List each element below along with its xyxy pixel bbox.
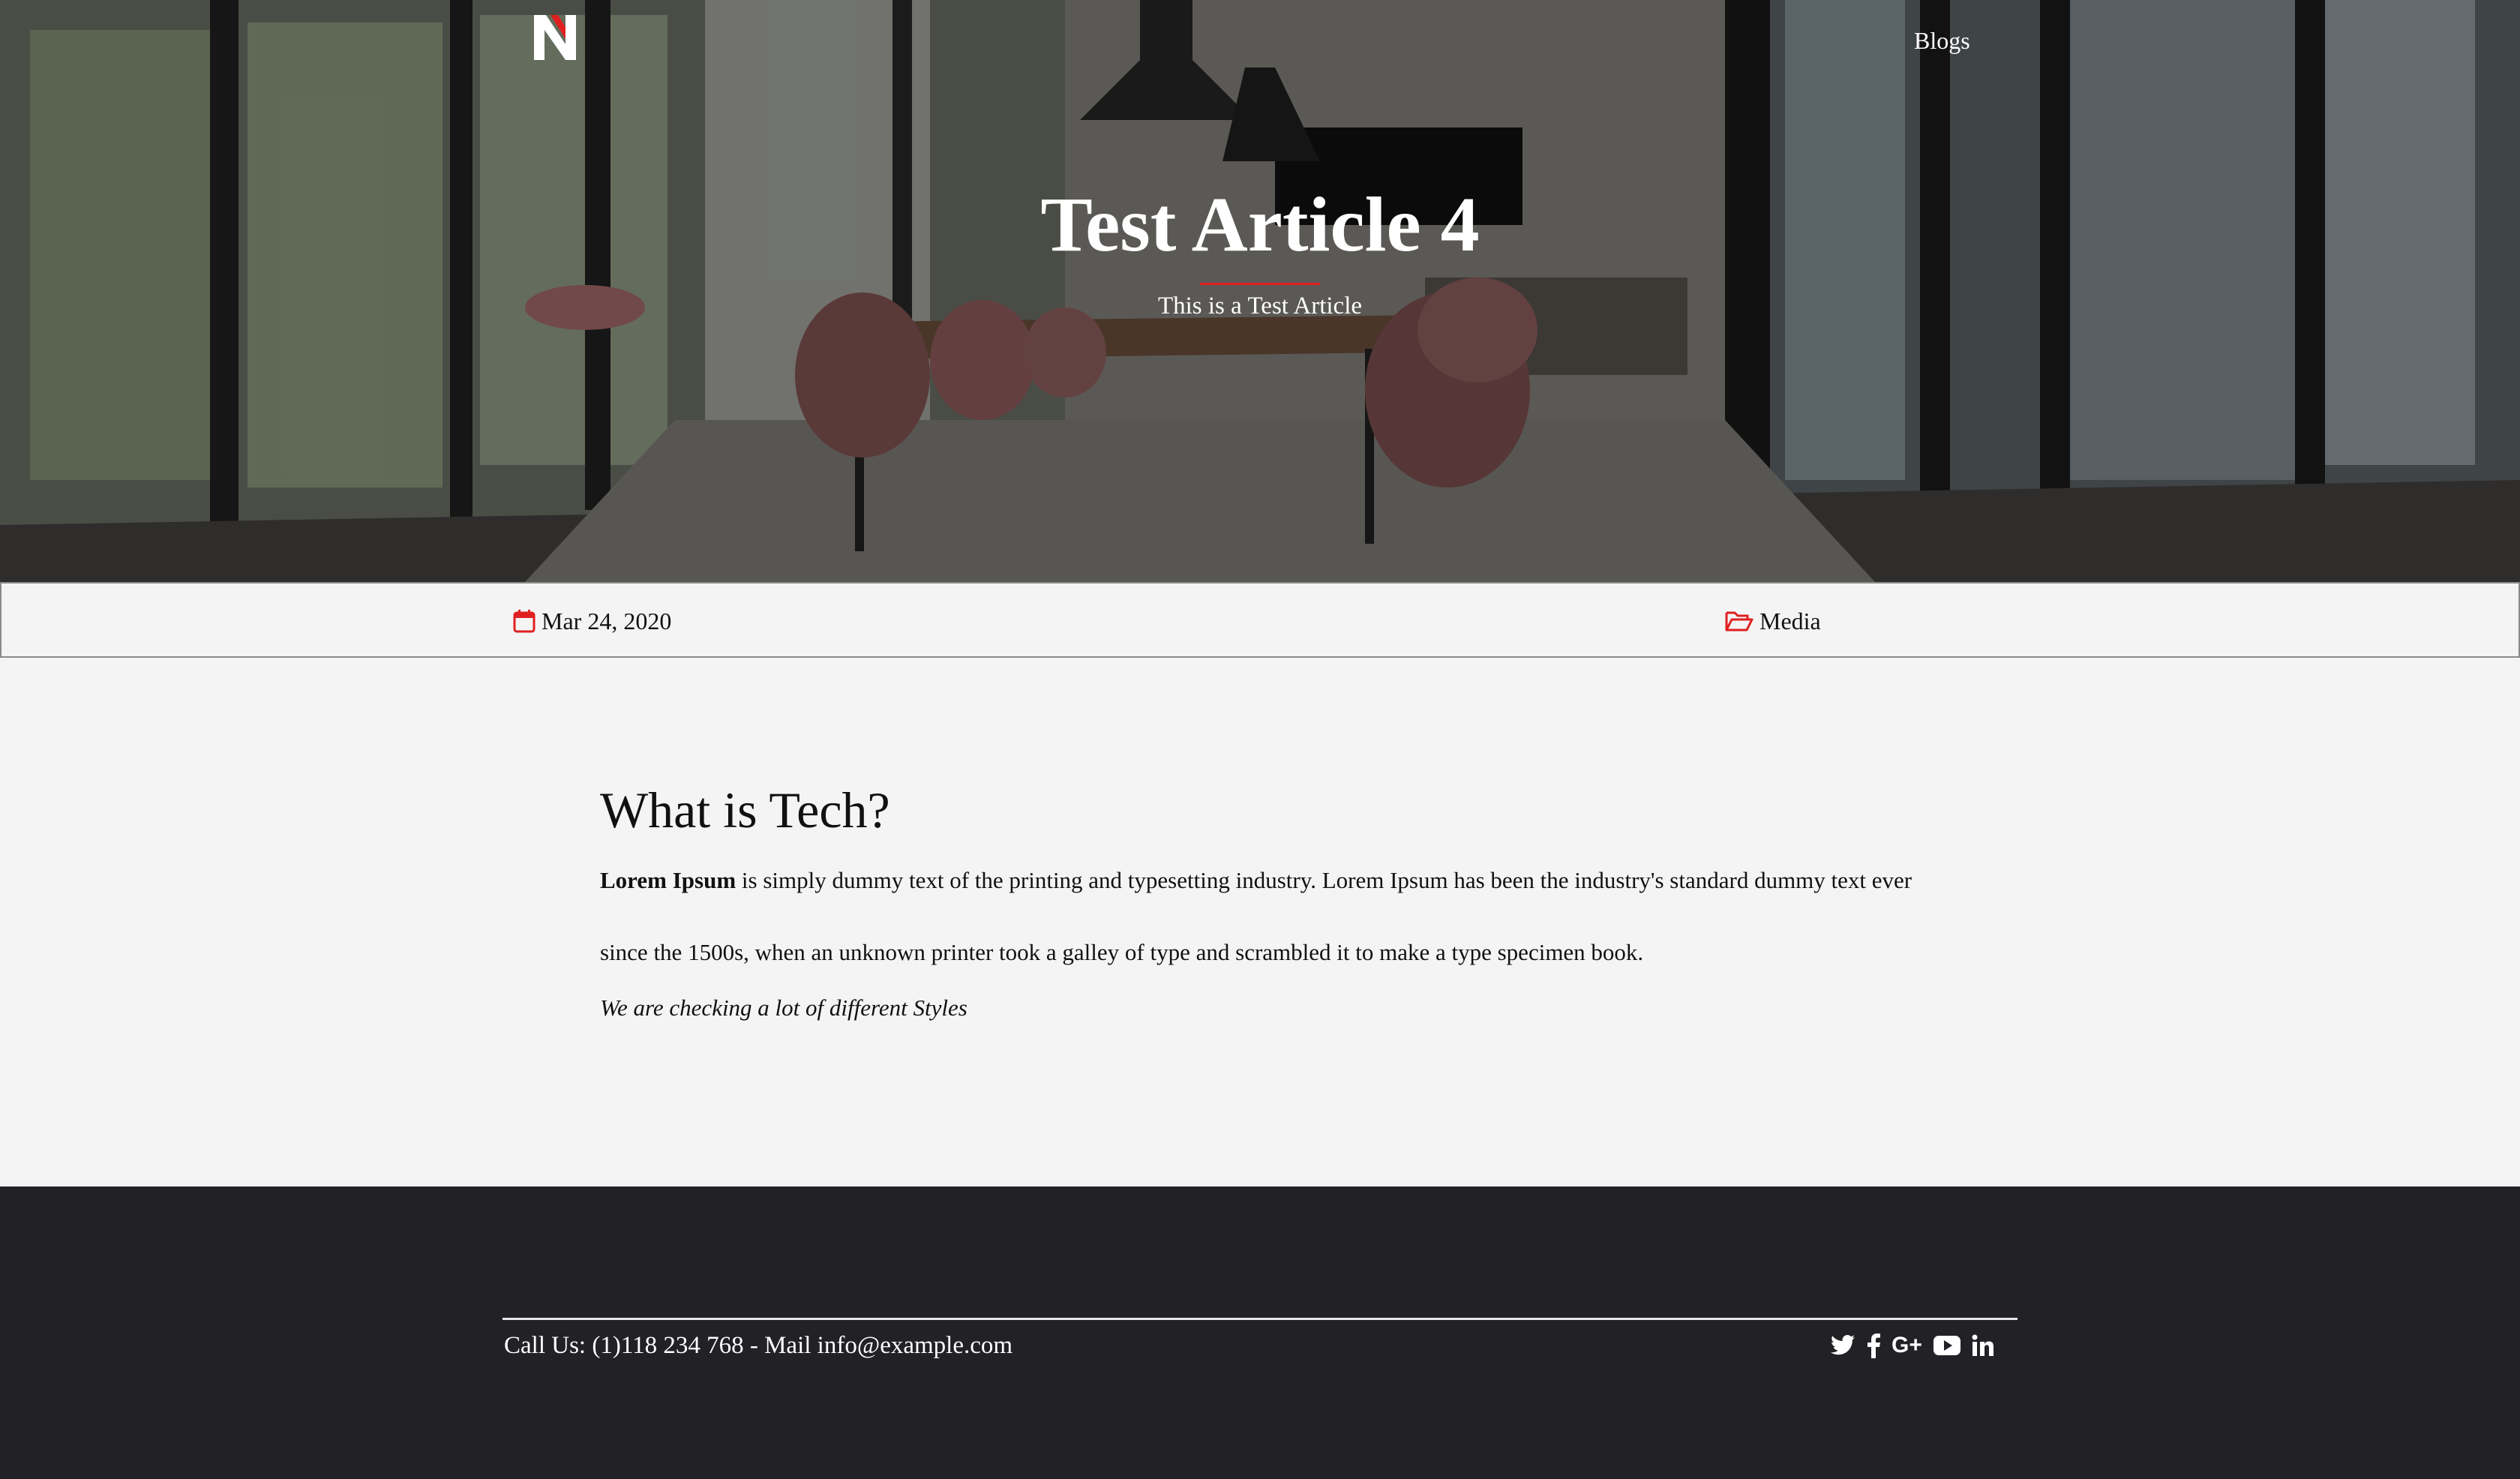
title-divider bbox=[1200, 283, 1320, 285]
body-paragraph: Lorem Ipsum is simply dummy text of the … bbox=[600, 844, 1942, 988]
twitter-icon bbox=[1831, 1335, 1855, 1355]
calendar-icon bbox=[513, 610, 536, 633]
body-text: is simply dummy text of the printing and… bbox=[600, 866, 1912, 965]
date-text: Mar 24, 2020 bbox=[542, 607, 672, 634]
article-title: Test Article 4 bbox=[1040, 182, 1480, 268]
brand-logo[interactable] bbox=[532, 14, 579, 62]
facebook-icon bbox=[1868, 1334, 1880, 1358]
google-plus-link[interactable]: G+ bbox=[1892, 1333, 1922, 1358]
facebook-link[interactable] bbox=[1866, 1333, 1881, 1358]
nav-blogs-link[interactable]: Blogs bbox=[1914, 27, 1970, 55]
footer-contact-info: Call Us: (1)118 234 768 - Mail info@exam… bbox=[504, 1332, 1013, 1359]
lead-bold-text: Lorem Ipsum bbox=[600, 866, 736, 893]
category-text: Media bbox=[1760, 607, 1821, 634]
social-links: G+ bbox=[1830, 1330, 1994, 1360]
article-date: Mar 24, 2020 bbox=[513, 606, 671, 636]
folder-open-icon bbox=[1725, 611, 1754, 632]
footer-divider bbox=[502, 1318, 2018, 1320]
hero-overlay bbox=[0, 0, 2520, 582]
site-footer: Call Us: (1)118 234 768 - Mail info@exam… bbox=[0, 1186, 2520, 1479]
section-heading: What is Tech? bbox=[600, 782, 890, 838]
italic-paragraph: We are checking a lot of different Style… bbox=[600, 994, 968, 1021]
article-meta-bar: Mar 24, 2020 Media bbox=[0, 582, 2520, 658]
twitter-link[interactable] bbox=[1830, 1334, 1856, 1357]
article-content: What is Tech? Lorem Ipsum is simply dumm… bbox=[600, 780, 1942, 1022]
hero-banner: Blogs Test Article 4 This is a Test Arti… bbox=[0, 0, 2520, 582]
google-plus-icon: G+ bbox=[1892, 1333, 1922, 1358]
linkedin-link[interactable] bbox=[1972, 1334, 1994, 1357]
article-subtitle: This is a Test Article bbox=[1157, 292, 1363, 320]
article-category-link[interactable]: Media bbox=[1725, 606, 1821, 636]
youtube-icon bbox=[1933, 1336, 1960, 1355]
youtube-link[interactable] bbox=[1933, 1334, 1961, 1357]
n-logo-icon bbox=[534, 15, 576, 60]
linkedin-icon bbox=[1972, 1334, 1994, 1356]
